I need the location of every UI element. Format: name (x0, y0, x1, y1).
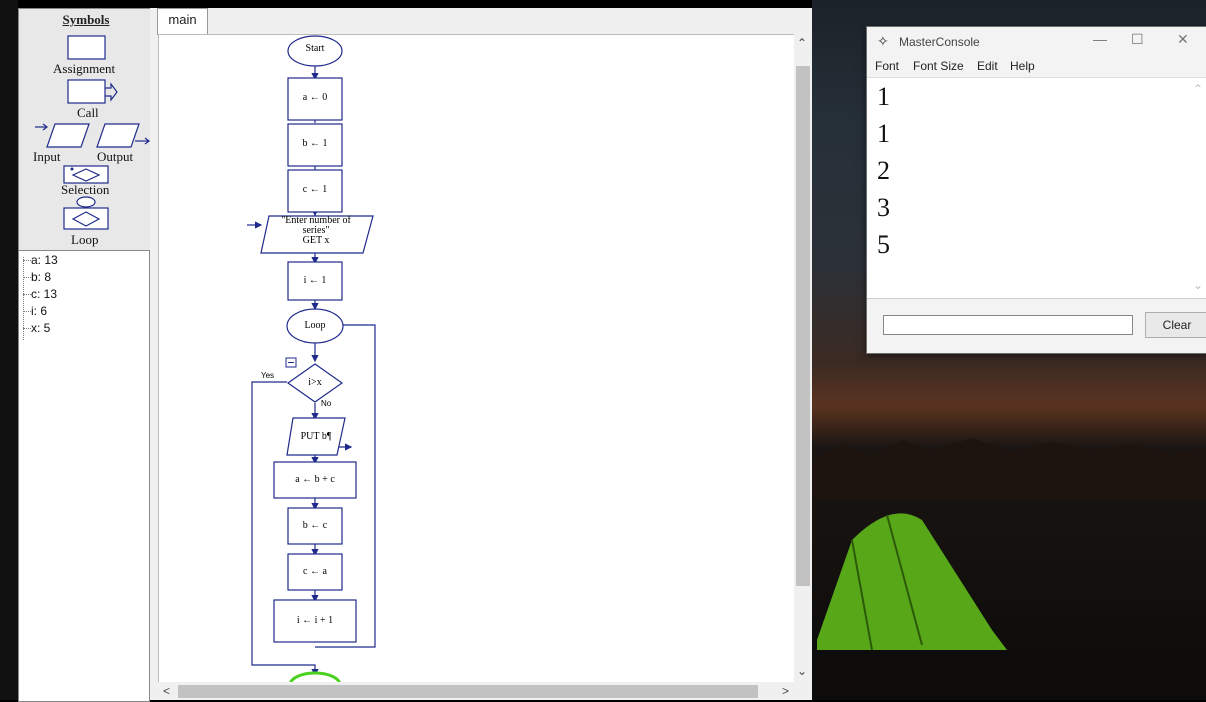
output-symbol-icon[interactable] (95, 123, 151, 149)
symbols-panel: Symbols Assignment Call Input Output Sel… (18, 8, 154, 252)
variable-a[interactable]: a: 13 (31, 253, 58, 267)
console-input[interactable] (883, 315, 1133, 335)
panel-separator (150, 8, 158, 700)
scroll-right-icon[interactable]: > (782, 684, 789, 698)
flowchart-canvas[interactable]: Start a ← 0 b ← 1 c ← 1 "Enter number of… (158, 34, 795, 683)
assignment-bc-text: b ← c (302, 520, 328, 531)
assignment-label[interactable]: Assignment (53, 61, 115, 77)
symbols-title: Symbols (62, 12, 110, 27)
output-line: 3 (877, 193, 890, 222)
tree-branch (23, 294, 31, 295)
output-line: 1 (877, 82, 890, 111)
tab-main[interactable]: main (157, 8, 208, 35)
console-menubar: Font Font Size Edit Help (867, 59, 1206, 77)
input-label[interactable]: Input (33, 149, 60, 165)
output-label[interactable]: Output (97, 149, 133, 165)
minimize-icon[interactable]: — (1093, 31, 1107, 47)
master-console-window: ✧ MasterConsole — ☐ ✕ Font Font Size Edi… (866, 26, 1206, 354)
assignment-a-text: a ← 0 (302, 92, 328, 103)
variable-x[interactable]: x: 5 (31, 321, 50, 335)
app-logo-icon: ✧ (877, 33, 889, 49)
window-left-edge (0, 0, 18, 700)
variable-c[interactable]: c: 13 (31, 287, 57, 301)
menu-edit[interactable]: Edit (977, 59, 998, 73)
assignment-b-text: b ← 1 (302, 138, 328, 149)
assignment-ca-text: c ← a (303, 566, 327, 577)
input-symbol-icon[interactable] (33, 123, 91, 149)
assignment-i-text: i ← 1 (303, 275, 327, 286)
yes-label: Yes (261, 371, 275, 380)
loop-symbol-icon[interactable] (63, 195, 109, 231)
output-line: 1 (877, 119, 890, 148)
output-line: 2 (877, 156, 890, 185)
maximize-icon[interactable]: ☐ (1131, 31, 1144, 48)
call-label[interactable]: Call (77, 105, 99, 121)
vertical-scroll-thumb[interactable] (796, 66, 810, 586)
scroll-left-icon[interactable]: < (163, 684, 170, 698)
loop-label[interactable]: Loop (71, 232, 98, 248)
scroll-down-icon[interactable]: ⌄ (797, 664, 807, 678)
scroll-up-icon[interactable]: ⌃ (797, 36, 807, 50)
input-get-line: GET x (302, 235, 330, 246)
variables-panel: a: 13 b: 8 c: 13 i: 6 x: 5 (18, 250, 150, 702)
output-scroll-down-icon[interactable]: ⌄ (1193, 278, 1203, 292)
wallpaper-tent (812, 513, 1206, 700)
menu-font[interactable]: Font (875, 59, 899, 73)
assignment-abc-text: a ← b + c (295, 474, 335, 485)
start-label: Start (305, 43, 325, 54)
assignment-symbol-icon[interactable] (67, 35, 107, 61)
horizontal-scroll-thumb[interactable] (178, 685, 758, 698)
menu-help[interactable]: Help (1010, 59, 1035, 73)
console-output[interactable]: 1 1 2 3 5 ⌃ ⌄ (867, 77, 1206, 299)
no-label: No (321, 399, 332, 408)
input-prompt-text: "Enter number of series" GET x (263, 216, 369, 246)
tree-branch (23, 260, 31, 261)
variable-i[interactable]: i: 6 (31, 304, 47, 318)
assignment-inc-text: i ← i + 1 (296, 615, 334, 626)
output-text: PUT b¶ (300, 431, 332, 442)
tree-branch (23, 277, 31, 278)
output-scroll-up-icon[interactable]: ⌃ (1193, 82, 1203, 96)
call-symbol-icon[interactable] (67, 79, 119, 105)
variable-b[interactable]: b: 8 (31, 270, 51, 284)
assignment-c-text: c ← 1 (302, 184, 328, 195)
tree-branch (23, 311, 31, 312)
console-title: MasterConsole (899, 35, 980, 49)
clear-button[interactable]: Clear (1145, 312, 1206, 338)
condition-text: i>x (308, 377, 322, 388)
flowchart (247, 65, 376, 677)
menu-font-size[interactable]: Font Size (913, 59, 964, 73)
loop-text: Loop (304, 320, 326, 331)
output-line: 5 (877, 230, 890, 259)
tree-branch (23, 328, 31, 329)
tab-bar (152, 8, 812, 36)
close-icon[interactable]: ✕ (1177, 31, 1189, 48)
